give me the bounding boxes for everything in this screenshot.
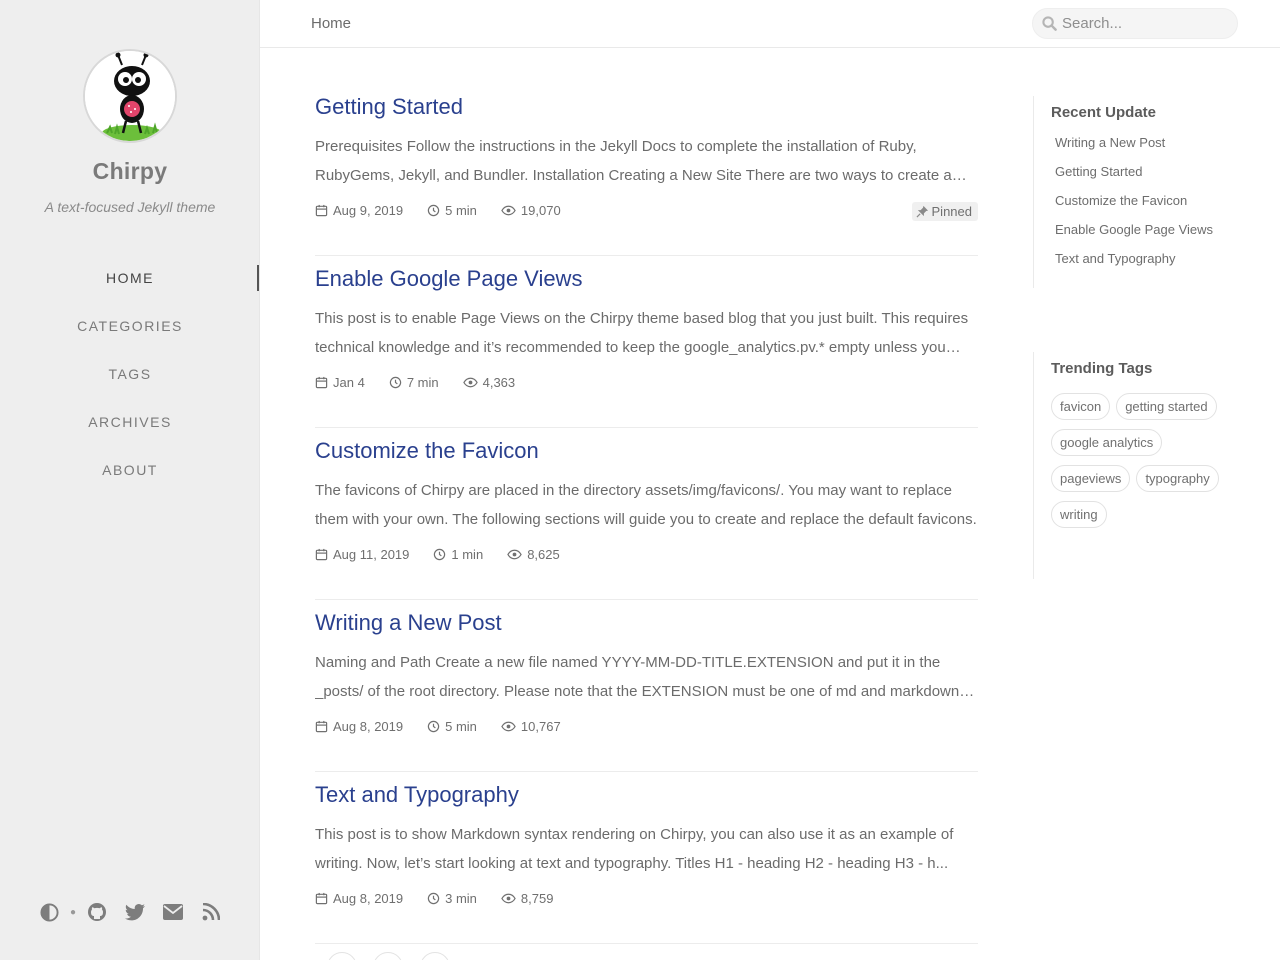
post-meta: Aug 9, 2019 5 min 19,070 xyxy=(315,203,585,218)
tag-chip[interactable]: typography xyxy=(1136,465,1219,492)
nav-item-about[interactable]: ABOUT xyxy=(0,454,260,502)
tag-chip[interactable]: google analytics xyxy=(1051,429,1163,456)
tag-chip[interactable]: writing xyxy=(1051,501,1107,528)
post-date: Aug 11, 2019 xyxy=(315,547,409,562)
post-excerpt: This post is to show Markdown syntax ren… xyxy=(315,826,954,872)
post-meta: Aug 8, 2019 3 min 8,759 xyxy=(315,891,577,906)
post-title-link[interactable]: Writing a New Post xyxy=(315,610,502,636)
post-excerpt: This post is to enable Page Views on the… xyxy=(315,310,969,356)
post-item: Getting Started Prerequisites Follow the… xyxy=(315,84,978,256)
trending-tags-heading: Trending Tags xyxy=(1051,360,1153,377)
post-excerpt: Naming and Path Create a new file named … xyxy=(315,654,964,700)
recent-update-item[interactable]: Writing a New Post xyxy=(1051,133,1238,162)
post-date: Aug 9, 2019 xyxy=(315,203,403,218)
recent-update-item[interactable]: Customize the Favicon xyxy=(1051,191,1238,220)
avatar[interactable] xyxy=(83,49,177,143)
post-title-link[interactable]: Getting Started xyxy=(315,94,463,120)
post-excerpt: Prerequisites Follow the instructions in… xyxy=(315,138,952,184)
eye-icon xyxy=(507,549,522,560)
pagination xyxy=(315,952,515,960)
nav-item-archives[interactable]: ARCHIVES xyxy=(0,406,260,454)
post-item: Text and Typography This post is to show… xyxy=(315,772,978,944)
post-meta: Jan 4 7 min 4,363 xyxy=(315,375,539,390)
breadcrumb: Home xyxy=(311,15,352,32)
site-subtitle: A text-focused Jekyll theme xyxy=(44,199,216,215)
post-excerpt: The favicons of Chirpy are placed in the… xyxy=(315,482,977,528)
post-item: Enable Google Page Views This post is to… xyxy=(315,256,978,428)
post-item: Writing a New Post Naming and Path Creat… xyxy=(315,600,978,772)
email-icon[interactable] xyxy=(154,898,192,926)
pin-icon xyxy=(916,205,928,218)
recent-update-list: Writing a New Post Getting Started Custo… xyxy=(1051,133,1238,278)
recent-update-heading: Recent Update xyxy=(1051,104,1157,121)
post-views: 19,070 xyxy=(501,203,561,218)
twitter-icon[interactable] xyxy=(116,898,154,926)
post-list: Getting Started Prerequisites Follow the… xyxy=(315,84,978,944)
trending-tags-panel: Trending Tags favicon getting started go… xyxy=(1033,352,1238,579)
recent-update-item[interactable]: Enable Google Page Views xyxy=(1051,220,1238,249)
post-read-time: 1 min xyxy=(433,547,483,562)
post-read-time: 5 min xyxy=(427,719,477,734)
separator-dot: ● xyxy=(69,906,77,918)
calendar-icon xyxy=(315,376,328,389)
calendar-icon xyxy=(315,204,328,217)
post-meta: Aug 8, 2019 5 min 10,767 xyxy=(315,719,585,734)
search-icon xyxy=(1042,16,1058,32)
pagination-button[interactable] xyxy=(373,952,404,960)
post-title-link[interactable]: Customize the Favicon xyxy=(315,438,539,464)
post-views: 10,767 xyxy=(501,719,561,734)
clock-icon xyxy=(427,892,440,905)
nav-item-home[interactable]: HOME xyxy=(0,262,260,310)
ant-mascot-icon xyxy=(85,51,175,141)
post-date: Jan 4 xyxy=(315,375,365,390)
site-title[interactable]: Chirpy xyxy=(0,158,260,185)
clock-icon xyxy=(427,720,440,733)
clock-icon xyxy=(434,548,446,561)
nav-item-categories[interactable]: CATEGORIES xyxy=(0,310,260,358)
pagination-button[interactable] xyxy=(419,952,450,960)
eye-icon xyxy=(501,721,516,732)
eye-icon xyxy=(462,377,478,388)
pagination-button[interactable] xyxy=(327,952,357,960)
tag-cloud: favicon getting started google analytics… xyxy=(1051,393,1236,528)
search-input[interactable] xyxy=(1062,15,1222,32)
nav-item-tags[interactable]: TAGS xyxy=(0,358,260,406)
post-item: Customize the Favicon The favicons of Ch… xyxy=(315,428,978,600)
pinned-badge: Pinned xyxy=(911,202,978,221)
recent-update-panel: Recent Update Writing a New Post Getting… xyxy=(1033,96,1238,288)
tag-chip[interactable]: getting started xyxy=(1116,393,1217,420)
calendar-icon xyxy=(315,548,328,561)
eye-icon xyxy=(501,893,516,904)
post-title-link[interactable]: Enable Google Page Views xyxy=(315,266,582,292)
post-read-time: 7 min xyxy=(389,375,439,390)
post-title-link[interactable]: Text and Typography xyxy=(315,782,519,808)
search-box[interactable] xyxy=(1032,8,1238,39)
post-views: 4,363 xyxy=(462,375,515,390)
post-read-time: 3 min xyxy=(427,891,477,906)
calendar-icon xyxy=(315,720,328,733)
post-date: Aug 8, 2019 xyxy=(315,719,403,734)
github-icon[interactable] xyxy=(78,898,116,926)
sidebar: Chirpy A text-focused Jekyll theme HOME … xyxy=(0,0,260,960)
sidebar-bottom: ● xyxy=(0,898,260,926)
topbar: Home xyxy=(260,0,1280,48)
eye-icon xyxy=(501,205,516,216)
rss-icon[interactable] xyxy=(192,898,230,926)
calendar-icon xyxy=(315,892,328,905)
tag-chip[interactable]: pageviews xyxy=(1051,465,1131,492)
clock-icon xyxy=(427,204,440,217)
post-views: 8,625 xyxy=(507,547,560,562)
post-date: Aug 8, 2019 xyxy=(315,891,403,906)
tag-chip[interactable]: favicon xyxy=(1051,393,1111,420)
theme-toggle-icon[interactable] xyxy=(30,898,68,926)
post-views: 8,759 xyxy=(501,891,553,906)
post-meta: Aug 11, 2019 1 min 8,625 xyxy=(315,547,584,562)
post-read-time: 5 min xyxy=(427,203,477,218)
clock-icon xyxy=(389,376,402,389)
sidebar-nav: HOME CATEGORIES TAGS ARCHIVES ABOUT xyxy=(0,262,260,502)
recent-update-item[interactable]: Getting Started xyxy=(1051,162,1238,191)
recent-update-item[interactable]: Text and Typography xyxy=(1051,249,1238,278)
